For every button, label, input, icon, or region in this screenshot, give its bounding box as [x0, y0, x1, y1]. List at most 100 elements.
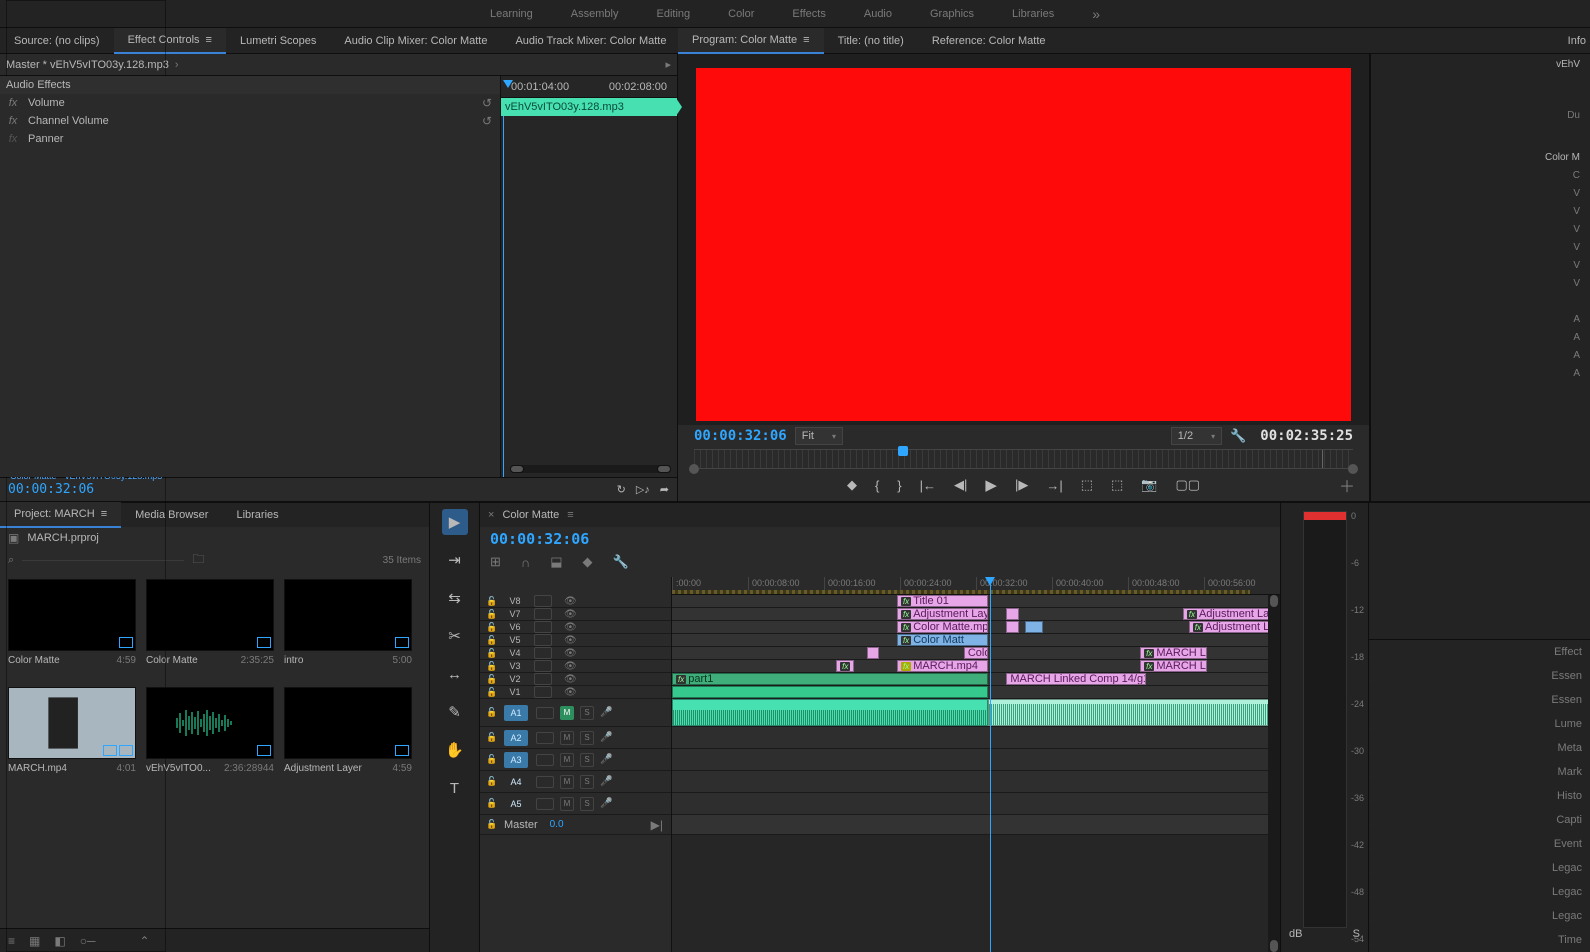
eye-icon[interactable]: 👁 — [564, 622, 577, 633]
lock-icon[interactable]: 🔓 — [486, 635, 498, 646]
panel-tab[interactable]: Essen — [1369, 688, 1590, 712]
mute-icon[interactable]: M — [560, 731, 574, 745]
mark-in-icon[interactable]: { — [875, 478, 879, 493]
settings-icon[interactable]: 🔧 — [613, 554, 629, 570]
timeline-ruler[interactable]: :00:00 00:00:08:00 00:00:16:00 00:00:24:… — [672, 577, 1280, 595]
lock-icon[interactable]: 🔓 — [486, 776, 498, 787]
solo-icon[interactable]: S — [580, 706, 594, 720]
ws-effects[interactable]: Effects — [792, 8, 825, 20]
lock-icon[interactable]: 🔓 — [486, 622, 498, 633]
eye-icon[interactable]: 👁 — [564, 635, 577, 646]
ws-overflow-icon[interactable]: » — [1092, 6, 1100, 22]
voice-over-icon[interactable]: 🎤 — [600, 732, 612, 743]
mark-out-icon[interactable]: } — [897, 478, 901, 493]
clip[interactable]: fxAdjustment Layer — [897, 608, 988, 620]
toggle-output-icon[interactable] — [534, 634, 552, 646]
lock-icon[interactable]: 🔓 — [486, 707, 498, 718]
eye-icon[interactable]: 👁 — [564, 609, 577, 620]
track-lane-a5[interactable] — [672, 793, 1280, 815]
voice-over-icon[interactable]: 🎤 — [600, 798, 612, 809]
play-only-icon[interactable]: ▷♪ — [636, 483, 650, 496]
linked-selection-icon[interactable]: ∩ — [521, 555, 530, 570]
program-canvas[interactable] — [696, 68, 1351, 421]
lock-icon[interactable]: 🔓 — [486, 754, 498, 765]
mute-icon[interactable]: M — [560, 797, 574, 811]
ws-libraries[interactable]: Libraries — [1012, 8, 1054, 20]
razor-tool-icon[interactable]: ✂ — [442, 623, 468, 649]
panel-tab[interactable]: Time — [1369, 928, 1590, 952]
extract-icon[interactable]: ⬚ — [1111, 477, 1123, 493]
voice-over-icon[interactable]: 🎤 — [600, 776, 612, 787]
new-bin-icon[interactable]: 🗀 — [192, 550, 204, 571]
eye-icon[interactable]: 👁 — [564, 674, 577, 685]
panel-tab[interactable]: Legac — [1369, 904, 1590, 928]
panel-tab[interactable]: Capti — [1369, 808, 1590, 832]
hamburger-icon[interactable]: ≡ — [803, 34, 809, 46]
lock-icon[interactable]: 🔓 — [486, 674, 498, 685]
close-icon[interactable]: × — [488, 509, 494, 521]
pen-tool-icon[interactable]: ✎ — [442, 699, 468, 725]
ec-section-audio[interactable]: Audio Effects — [0, 76, 500, 94]
panel-tab[interactable]: Effect — [1369, 640, 1590, 664]
hand-tool-icon[interactable]: ✋ — [442, 737, 468, 763]
reset-icon[interactable]: ↺ — [482, 114, 492, 128]
clip[interactable] — [1025, 621, 1043, 633]
tab-audio-clip-mixer[interactable]: Audio Clip Mixer: Color Matte — [330, 28, 501, 54]
ws-learning[interactable]: Learning — [490, 8, 533, 20]
lock-icon[interactable]: 🔓 — [486, 819, 498, 830]
lock-icon[interactable]: 🔓 — [486, 798, 498, 809]
type-tool-icon[interactable]: T — [442, 775, 468, 801]
lock-icon[interactable]: 🔓 — [486, 661, 498, 672]
step-forward-icon[interactable]: |▶ — [1015, 477, 1028, 493]
ec-row-panner[interactable]: fxPanner — [0, 130, 500, 148]
go-to-out-icon[interactable]: →| — [1046, 478, 1062, 493]
hamburger-icon[interactable]: ≡ — [567, 509, 573, 521]
project-item[interactable]: intro5:00 — [284, 579, 412, 679]
clip[interactable]: fxAdjustment Layer — [1183, 608, 1280, 620]
timeline-tracks[interactable]: :00:00 00:00:08:00 00:00:16:00 00:00:24:… — [672, 577, 1280, 952]
track-lane-a2[interactable] — [672, 727, 1280, 749]
voice-over-icon[interactable]: 🎤 — [600, 707, 612, 718]
ec-row-channel-volume[interactable]: fxChannel Volume↺ — [0, 112, 500, 130]
export-frame-icon[interactable]: 📷 — [1141, 477, 1157, 493]
track-lane-v4[interactable]: Colo fxMARCH Li — [672, 647, 1280, 660]
reset-icon[interactable]: ↺ — [482, 96, 492, 110]
go-to-end-icon[interactable]: ▶| — [651, 818, 663, 832]
toggle-output-icon[interactable] — [534, 686, 552, 698]
track-header-master[interactable]: 🔓Master0.0▶| — [480, 815, 671, 835]
play-icon[interactable]: ▶ — [985, 476, 997, 494]
lock-icon[interactable]: 🔓 — [486, 687, 498, 698]
tab-title[interactable]: Title: (no title) — [824, 28, 918, 54]
panel-tab[interactable]: Legac — [1369, 880, 1590, 904]
audio-clip[interactable] — [672, 699, 988, 726]
zoom-select[interactable]: Fit▾ — [795, 427, 843, 445]
project-item[interactable]: Adjustment Layer4:59 — [284, 687, 412, 787]
track-lane-master[interactable] — [672, 815, 1280, 835]
track-header-a2[interactable]: 🔓A2MS🎤 — [480, 727, 671, 749]
tab-lumetri-scopes[interactable]: Lumetri Scopes — [226, 28, 330, 54]
track-select-tool-icon[interactable]: ⇥ — [442, 547, 468, 573]
scrub-playhead-icon[interactable] — [898, 446, 908, 456]
hamburger-icon[interactable]: ≡ — [206, 34, 212, 46]
tab-info[interactable]: Info — [1554, 28, 1590, 54]
sequence-name[interactable]: Color Matte — [502, 509, 559, 521]
panel-tab[interactable]: Legac — [1369, 856, 1590, 880]
ec-playhead-line[interactable] — [503, 98, 504, 477]
track-lane-v1[interactable] — [672, 686, 1280, 699]
marker-icon[interactable]: ◆ — [583, 554, 593, 570]
toggle-output-icon[interactable] — [536, 707, 554, 719]
eye-icon[interactable]: 👁 — [564, 661, 577, 672]
tab-libraries[interactable]: Libraries — [222, 502, 292, 528]
ws-color[interactable]: Color — [728, 8, 754, 20]
lock-icon[interactable]: 🔓 — [486, 732, 498, 743]
toggle-output-icon[interactable] — [534, 608, 552, 620]
clip[interactable]: fxMARCH L — [1140, 660, 1207, 672]
track-lane-a3[interactable] — [672, 749, 1280, 771]
export-icon[interactable]: ➦ — [660, 483, 669, 496]
track-header-a3[interactable]: 🔓A3MS🎤 — [480, 749, 671, 771]
toggle-output-icon[interactable] — [534, 660, 552, 672]
ws-editing[interactable]: Editing — [656, 8, 690, 20]
tab-program[interactable]: Program: Color Matte≡ — [678, 28, 824, 54]
selection-tool-icon[interactable]: ▶ — [442, 509, 468, 535]
clip[interactable]: fxAdjustment La — [1189, 621, 1280, 633]
